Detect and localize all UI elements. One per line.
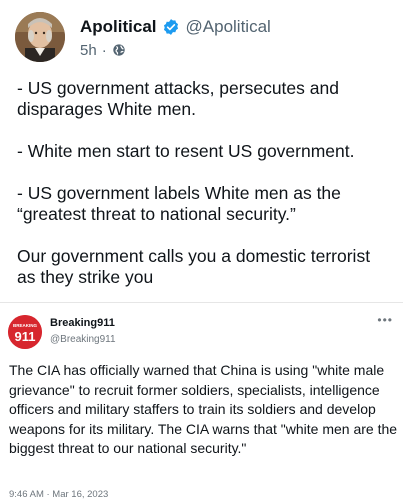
post-line-1: - US government attacks, persecutes and … xyxy=(17,78,339,119)
quoted-timestamp[interactable]: 9:46 AM · Mar 16, 2023 xyxy=(9,489,108,500)
post-line-2: - White men start to resent US governmen… xyxy=(17,141,355,161)
quoted-handle[interactable]: @Breaking911 xyxy=(50,334,116,345)
svg-text:911: 911 xyxy=(15,329,36,344)
author-avatar[interactable] xyxy=(15,12,65,62)
quoted-post-card[interactable]: BREAKING 911 Breaking911 @Breaking911 ••… xyxy=(0,302,403,501)
portrait-image xyxy=(15,12,65,62)
author-handle[interactable]: @Apolitical xyxy=(186,17,271,37)
meta-separator: · xyxy=(101,41,107,59)
author-name-row: Apolitical @Apolitical xyxy=(80,17,271,37)
quoted-text: The CIA has officially warned that China… xyxy=(9,362,398,456)
post-meta: 5h · xyxy=(80,41,126,59)
svg-text:BREAKING: BREAKING xyxy=(13,323,38,328)
post-text: - US government attacks, persecutes and … xyxy=(17,78,392,288)
breaking911-avatar[interactable]: BREAKING 911 xyxy=(8,315,42,349)
post-card: Apolitical @Apolitical 5h · - US governm… xyxy=(0,0,403,501)
more-horizontal-icon[interactable]: ••• xyxy=(377,313,393,327)
quoted-display-name[interactable]: Breaking911 xyxy=(50,317,115,329)
post-line-3: - US government labels White men as the … xyxy=(17,183,341,224)
author-display-name[interactable]: Apolitical xyxy=(80,17,157,37)
verified-badge-icon xyxy=(162,18,180,36)
post-line-4: Our government calls you a domestic terr… xyxy=(17,246,371,287)
post-time[interactable]: 5h xyxy=(80,42,97,59)
globe-icon xyxy=(112,43,126,57)
breaking911-logo: BREAKING 911 xyxy=(8,315,42,349)
